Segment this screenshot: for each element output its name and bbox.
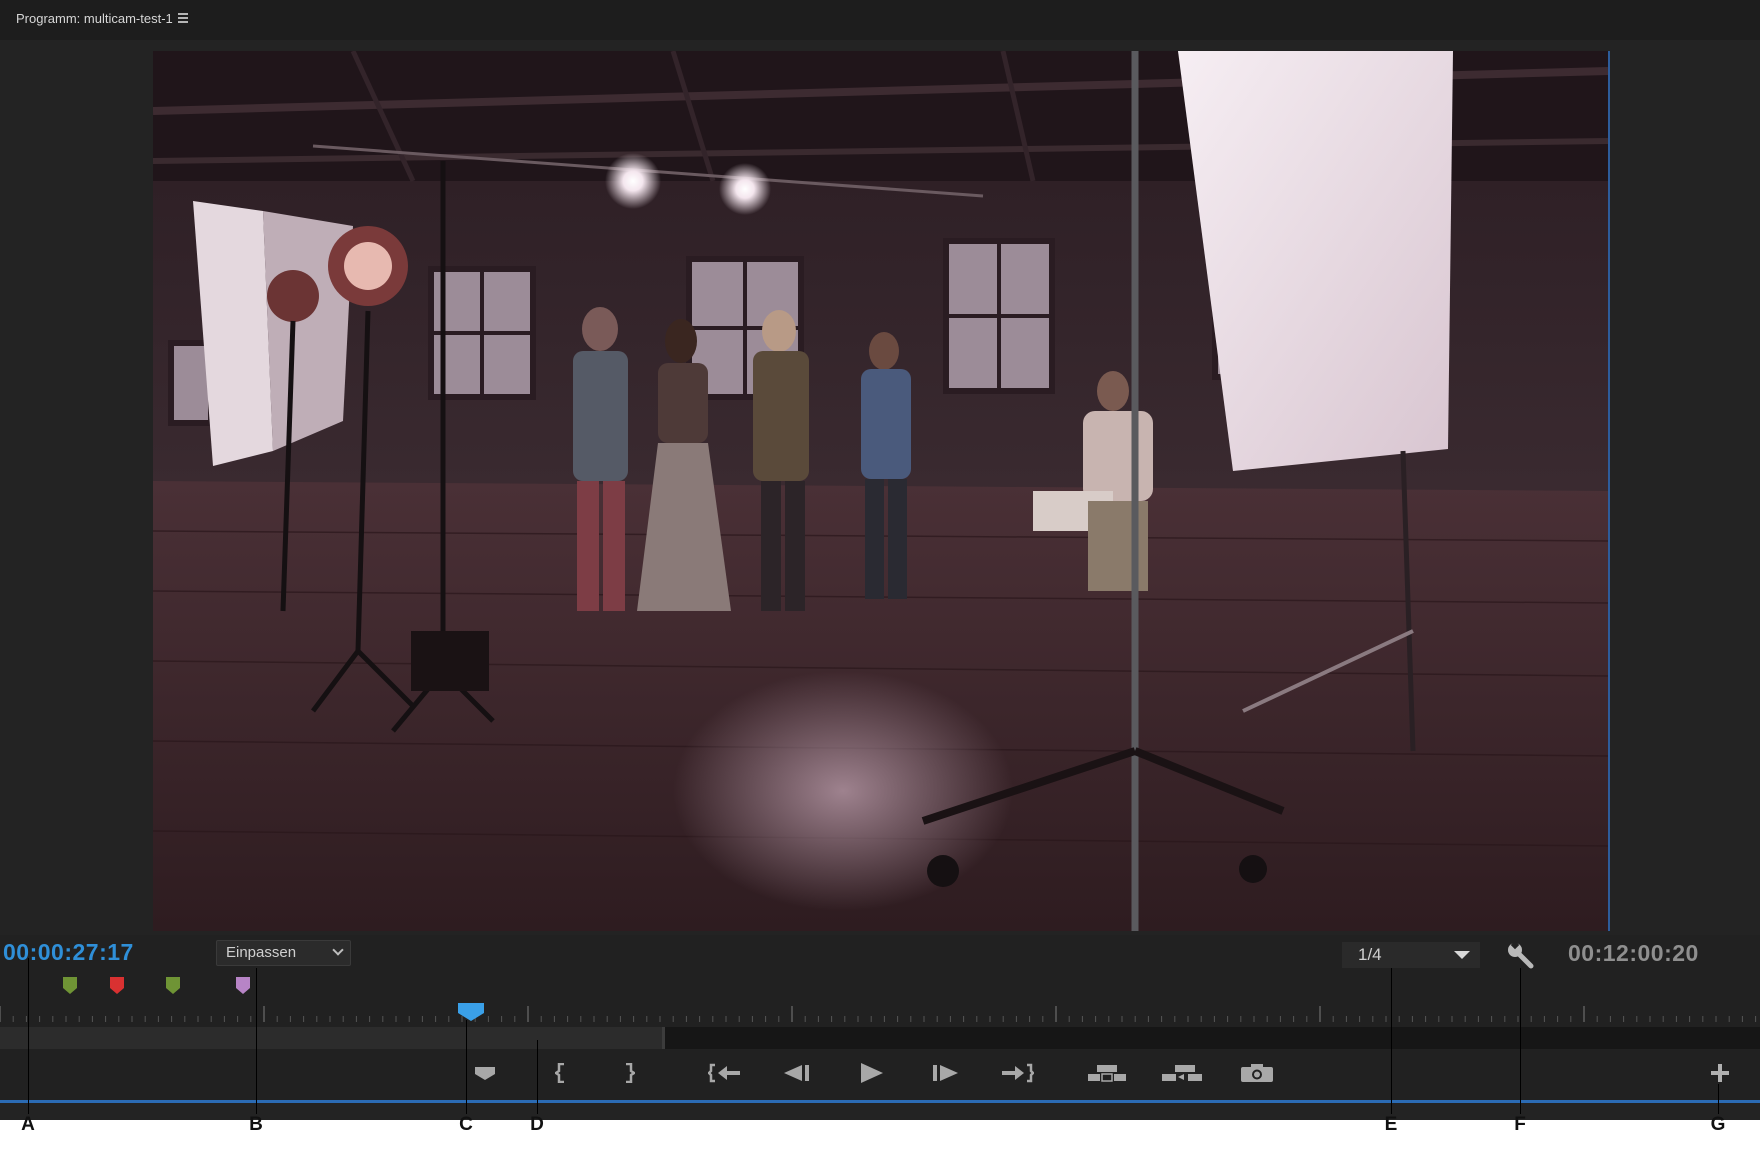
callout-label-f: F [1514,1114,1526,1135]
play-icon [857,1062,885,1084]
go-to-out-button[interactable] [998,1058,1036,1088]
add-marker-button[interactable] [470,1058,500,1088]
mark-out-icon [623,1063,635,1083]
step-forward-icon [930,1064,960,1082]
marker-green-1[interactable] [63,977,77,994]
go-to-out-icon [1000,1063,1034,1083]
callout-label-b: B [249,1114,263,1135]
lift-button[interactable] [1086,1058,1128,1088]
callout-line-a [28,958,29,1114]
mark-out-button[interactable] [616,1058,642,1088]
camera-icon [1239,1063,1275,1083]
mark-in-icon [555,1063,567,1083]
marker-violet[interactable] [236,977,250,994]
dropdown-arrow-icon [1454,951,1470,959]
step-back-icon [782,1064,812,1082]
playback-resolution-value: 1/4 [1358,945,1382,964]
lift-icon [1087,1063,1127,1083]
duration-timecode: 00:12:00:20 [1568,940,1699,966]
callout-label-c: C [459,1114,473,1135]
callout-line-d [537,1040,538,1114]
export-frame-button[interactable] [1238,1058,1276,1088]
panel-header: Programm: multicam-test-1 [0,0,1760,40]
play-button[interactable] [854,1058,888,1088]
playhead-timecode[interactable]: 00:00:27:17 [3,939,134,966]
chevron-down-icon [332,944,344,956]
callout-line-e [1391,968,1392,1114]
plus-icon [1709,1062,1731,1084]
step-back-button[interactable] [780,1058,814,1088]
callout-label-d: D [530,1114,544,1135]
go-to-in-icon [708,1063,742,1083]
callout-line-f [1520,968,1521,1114]
marker-green-2[interactable] [166,977,180,994]
video-image [153,51,1608,931]
time-ruler[interactable] [0,1000,1760,1026]
callout-label-e: E [1384,1114,1398,1135]
hamburger-icon[interactable] [178,13,188,23]
callout-label-g: G [1710,1114,1726,1135]
callout-line-g [1718,1084,1719,1114]
step-forward-button[interactable] [928,1058,962,1088]
callout-line-b [256,968,257,1114]
extract-button[interactable] [1160,1058,1204,1088]
extract-icon [1161,1063,1203,1083]
zoom-scroll-handle[interactable] [0,1027,665,1049]
wrench-icon[interactable] [1505,940,1535,970]
panel-focus-line [0,1100,1760,1103]
callout-line-c [466,1020,467,1114]
zoom-level-select[interactable]: Einpassen [216,940,351,966]
go-to-in-button[interactable] [706,1058,744,1088]
panel-title[interactable]: Programm: multicam-test-1 [16,11,173,26]
marker-red[interactable] [110,977,124,994]
button-editor-button[interactable] [1706,1058,1734,1088]
program-video-frame [153,51,1610,931]
callout-label-a: A [21,1114,35,1135]
playhead[interactable] [458,1003,484,1021]
zoom-level-value: Einpassen [226,944,297,961]
marker-icon [475,1065,495,1081]
mark-in-button[interactable] [548,1058,574,1088]
playback-resolution-select[interactable]: 1/4 [1342,942,1480,968]
